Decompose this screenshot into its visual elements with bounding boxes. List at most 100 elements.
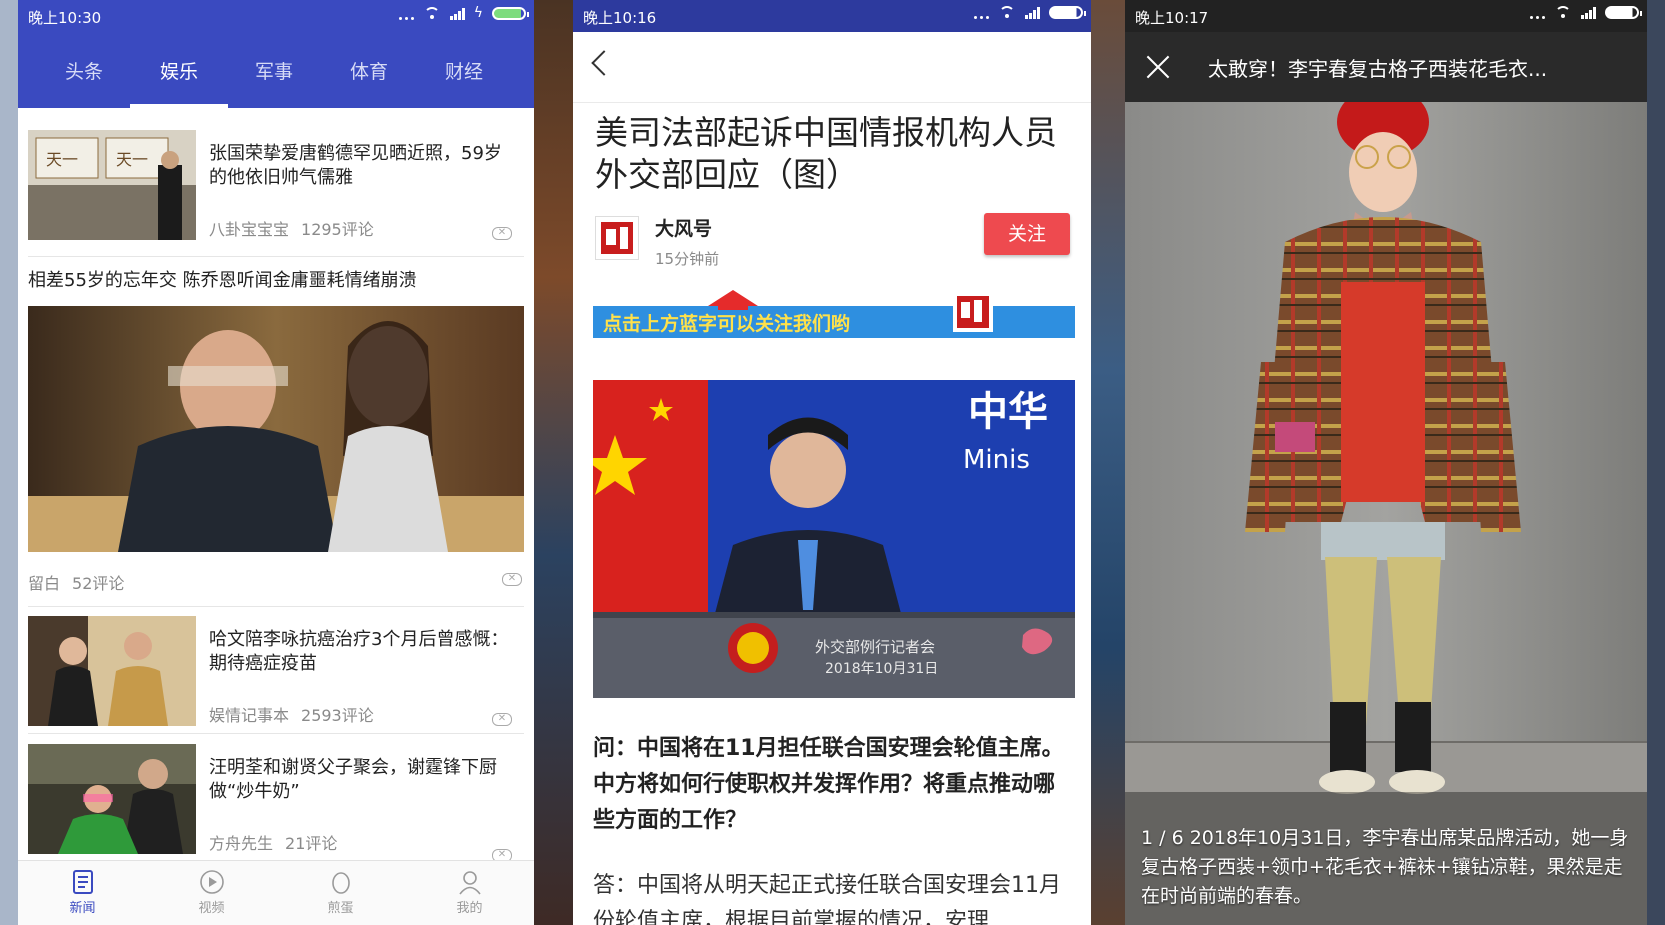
- divider: [28, 256, 524, 257]
- author-name[interactable]: 大风号: [655, 214, 712, 241]
- list-item[interactable]: 哈文陪李咏抗癌治疗3个月后曾感慨：期待癌症疫苗 娱情记事本 2593评论 ✕: [28, 616, 524, 736]
- svg-text:天一: 天一: [46, 150, 78, 169]
- tab-headlines[interactable]: 头条: [35, 50, 133, 108]
- publish-time: 15分钟前: [655, 250, 720, 268]
- news-thumbnail: 天一 天一: [28, 130, 196, 240]
- backdrop-text: 中华: [968, 389, 1048, 435]
- status-time: 晚上10:30: [28, 9, 102, 27]
- comment-count: 2593评论: [301, 706, 374, 725]
- news-title: 哈文陪李咏抗癌治疗3个月后曾感慨：期待癌症疫苗: [209, 629, 509, 674]
- photo-caption: 1 / 6 2018年10月31日，李宇春出席某品牌活动，她一身复古格子西装+领…: [1141, 827, 1629, 907]
- article-title: 美司法部起诉中国情报机构人员 外交部回应（图）: [595, 113, 1057, 194]
- tab-entertainment[interactable]: 娱乐: [130, 50, 228, 108]
- article-screen: 晚上10:16 美司法部起诉中国情报机构人员 外交部回应（图） 大风号 15分钟…: [573, 0, 1091, 925]
- dismiss-icon[interactable]: ✕: [492, 713, 512, 726]
- divider: [28, 733, 524, 734]
- news-icon: [70, 869, 96, 895]
- news-thumbnail: [28, 744, 196, 854]
- author-avatar[interactable]: [595, 216, 639, 260]
- podium-date: 2018年10月31日: [825, 661, 938, 677]
- news-image[interactable]: [28, 306, 524, 552]
- status-time: 晚上10:16: [583, 9, 657, 27]
- cellular-signal-icon: [449, 6, 465, 20]
- more-dots-icon: [974, 5, 989, 19]
- more-dots-icon: [1530, 5, 1545, 19]
- dismiss-icon[interactable]: ✕: [492, 227, 512, 240]
- backdrop-text-en: Minis: [963, 445, 1030, 475]
- status-bar: 晚上10:30 ϟ: [18, 0, 534, 32]
- photo-viewer-screen: 晚上10:17 太敢穿！李宇春复古格子西装花毛衣... 1 / 6 2018年1…: [1125, 0, 1647, 925]
- tab-finance[interactable]: 财经: [415, 50, 513, 108]
- status-bar: 晚上10:16: [573, 0, 1091, 32]
- gallery-photo[interactable]: [1125, 102, 1647, 925]
- news-meta: 八卦宝宝宝 1295评论: [209, 216, 374, 240]
- news-list: 天一 天一 张国荣挚爱唐鹤德罕见晒近照，59岁的他依旧帅气儒雅 八卦宝宝宝 129…: [18, 108, 534, 860]
- nav-egg[interactable]: 煎蛋: [276, 861, 405, 925]
- battery-icon: [1605, 5, 1642, 19]
- news-title: 汪明荃和谢贤父子聚会，谢霆锋下厨做“炒牛奶”: [209, 757, 497, 802]
- news-thumbnail: [28, 616, 196, 726]
- nav-me[interactable]: 我的: [405, 861, 534, 925]
- wifi-icon: [1554, 5, 1572, 19]
- cellular-signal-icon: [1025, 5, 1040, 19]
- tab-military[interactable]: 军事: [225, 50, 323, 108]
- article-photo[interactable]: 中华 Minis 外交部例行记者会 2018年10月31日: [593, 380, 1075, 698]
- wifi-icon: [423, 6, 441, 20]
- news-source: 八卦宝宝宝: [209, 220, 290, 239]
- comment-count: 1295评论: [301, 220, 374, 239]
- news-source: 留白: [28, 574, 61, 593]
- close-icon[interactable]: [1145, 54, 1171, 80]
- status-icons: ϟ: [398, 5, 529, 21]
- back-icon[interactable]: [591, 50, 617, 76]
- play-icon: [199, 869, 225, 895]
- nav-label: 我的: [456, 901, 483, 916]
- status-time: 晚上10:17: [1135, 9, 1209, 27]
- more-dots-icon: [398, 6, 414, 20]
- backdrop-edge: [1647, 0, 1665, 925]
- backdrop-middle: [534, 0, 573, 925]
- article-toolbar: [573, 32, 1091, 103]
- dismiss-icon[interactable]: ✕: [492, 849, 512, 860]
- news-title: 张国荣挚爱唐鹤德罕见晒近照，59岁的他依旧帅气儒雅: [209, 143, 502, 188]
- dismiss-icon[interactable]: ✕: [502, 573, 522, 586]
- status-icons: [974, 5, 1086, 19]
- divider: [28, 606, 524, 607]
- comment-count: 52评论: [72, 574, 125, 593]
- backdrop-left: [0, 0, 18, 925]
- nav-video[interactable]: 视频: [147, 861, 276, 925]
- bottom-nav: 新闻 视频 煎蛋 我的: [18, 860, 534, 925]
- article-answer: 答：中国将从明天起正式接任联合国安理会11月份轮值主席，根据目前掌握的情况，安理: [593, 873, 1061, 925]
- comment-count: 21评论: [285, 834, 338, 853]
- svg-text:天一: 天一: [116, 150, 148, 169]
- status-icons: [1530, 5, 1642, 19]
- user-icon: [457, 869, 483, 895]
- nav-news[interactable]: 新闻: [18, 861, 147, 925]
- charging-icon: ϟ: [473, 5, 483, 21]
- nav-label: 新闻: [69, 901, 96, 916]
- cellular-signal-icon: [1581, 5, 1596, 19]
- egg-icon: [328, 869, 354, 895]
- news-meta: 留白 52评论: [28, 570, 124, 594]
- news-feed-screen: 晚上10:30 ϟ 头条 娱乐 军事 体育 财经 天一 天一 张国荣挚爱唐鹤德罕…: [18, 0, 534, 925]
- battery-icon: [1049, 5, 1086, 19]
- follow-banner[interactable]: 点击上方蓝字可以关注我们哟: [593, 290, 1075, 346]
- podium-text: 外交部例行记者会: [815, 638, 935, 656]
- battery-icon: [492, 6, 529, 20]
- follow-button[interactable]: 关注: [984, 213, 1070, 255]
- news-meta: 娱情记事本 2593评论: [209, 702, 374, 726]
- category-tabs: 头条 娱乐 军事 体育 财经: [18, 50, 534, 108]
- wifi-icon: [998, 5, 1016, 19]
- gallery-title: 太敢穿！李宇春复古格子西装花毛衣...: [1208, 57, 1548, 81]
- banner-text: 点击上方蓝字可以关注我们哟: [603, 312, 850, 335]
- news-meta: 方舟先生 21评论: [209, 830, 337, 854]
- tab-sports[interactable]: 体育: [320, 50, 418, 108]
- list-item[interactable]: 天一 天一 张国荣挚爱唐鹤德罕见晒近照，59岁的他依旧帅气儒雅 八卦宝宝宝 129…: [28, 130, 524, 250]
- list-item[interactable]: 汪明荃和谢贤父子聚会，谢霆锋下厨做“炒牛奶” 方舟先生 21评论 ✕: [28, 744, 524, 860]
- nav-label: 煎蛋: [327, 901, 354, 916]
- photo-header: 太敢穿！李宇春复古格子西装花毛衣...: [1125, 32, 1647, 102]
- status-bar: 晚上10:17: [1125, 0, 1647, 32]
- article-question: 问：中国将在11月担任联合国安理会轮值主席。中方将如何行使职权并发挥作用？将重点…: [593, 736, 1064, 833]
- news-source: 方舟先生: [209, 834, 274, 853]
- news-title[interactable]: 相差55岁的忘年交 陈乔恩听闻金庸噩耗情绪崩溃: [28, 266, 417, 292]
- backdrop-right: [1091, 0, 1125, 925]
